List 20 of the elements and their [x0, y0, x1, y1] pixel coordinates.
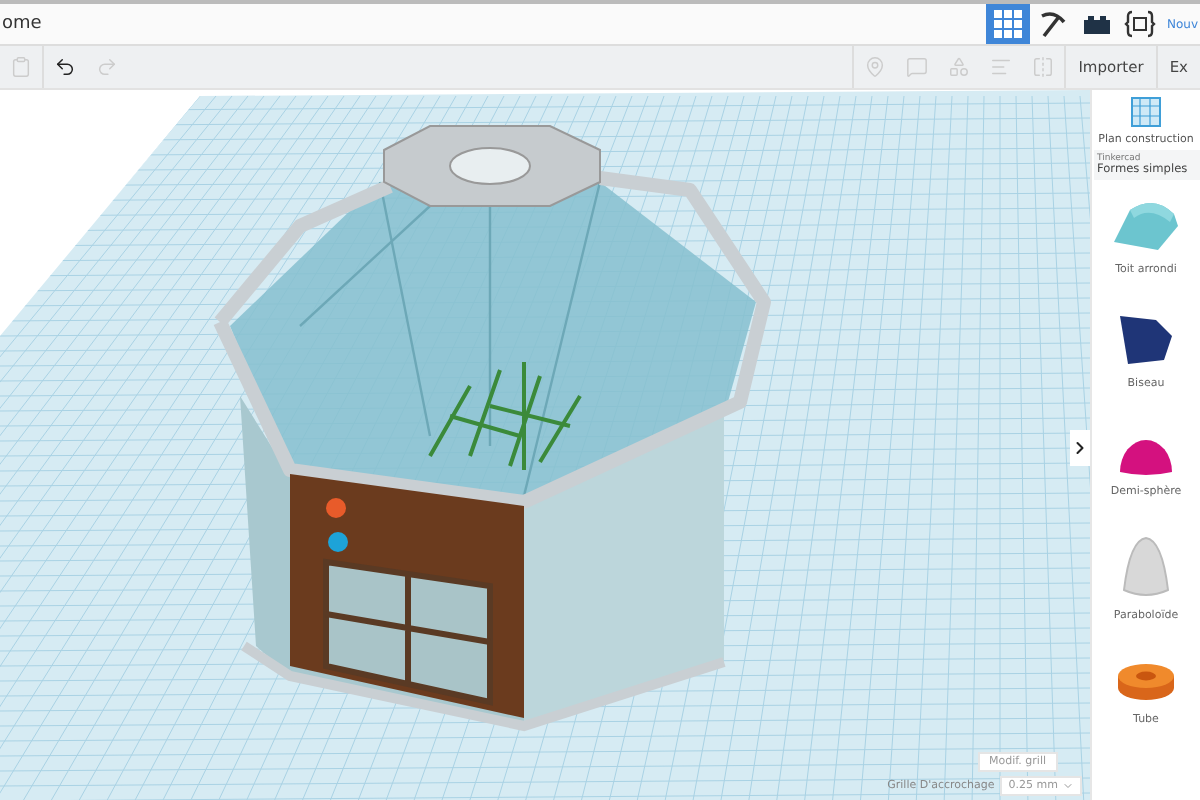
workplane-icon	[1130, 96, 1162, 128]
redo-icon	[96, 56, 118, 78]
code-brackets-icon	[1124, 10, 1157, 38]
panel-toggle-button[interactable]	[1070, 430, 1090, 466]
undo-icon	[54, 56, 76, 78]
project-title: ome	[0, 14, 44, 34]
pickaxe-icon	[1038, 10, 1067, 38]
note-icon	[906, 56, 929, 78]
caret-icon	[1062, 780, 1074, 792]
clipboard-icon	[10, 56, 32, 78]
shapes-icon	[948, 56, 971, 78]
rounded-roof-icon	[1110, 198, 1182, 254]
paraboloid-icon	[1119, 536, 1172, 600]
wedge-icon	[1116, 312, 1176, 368]
align-icon	[990, 56, 1013, 78]
pin-icon	[864, 56, 887, 78]
tube-icon	[1116, 660, 1176, 704]
mirror-icon	[1032, 56, 1055, 78]
brick-icon	[1083, 14, 1110, 34]
grid-icon	[994, 10, 1023, 38]
